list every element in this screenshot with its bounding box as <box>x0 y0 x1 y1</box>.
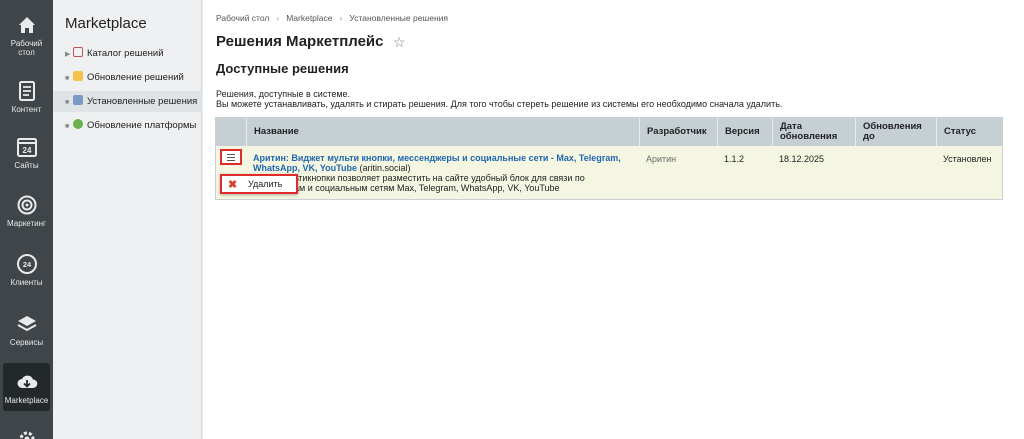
date-cell: 18.12.2025 <box>779 154 825 164</box>
column-header-version[interactable]: Версия <box>717 118 772 146</box>
row-actions-menu-button[interactable] <box>220 149 242 165</box>
nav-item-services[interactable]: Сервисы <box>0 313 53 347</box>
table-header: Название Разработчик Версия Дата обновлен… <box>216 118 1002 146</box>
cloud-download-icon <box>17 375 37 388</box>
solution-code: (aritin.social) <box>359 163 411 173</box>
marketplace-subnav: Marketplace ▶ Каталог решений ■ Обновление… <box>53 0 202 439</box>
document-icon <box>18 81 35 101</box>
subnav-label-platform-update: Обновление платформы <box>87 120 197 131</box>
page-title: Решения Маркетплейс <box>216 33 384 50</box>
breadcrumb-separator-icon: › <box>276 13 280 23</box>
target-icon <box>17 195 36 215</box>
nav-item-sites[interactable]: 24 Сайты <box>0 136 53 170</box>
nav-item-desktop[interactable]: Рабочий стол <box>0 14 53 57</box>
column-header-actions <box>216 118 246 146</box>
svg-text:24: 24 <box>22 260 31 269</box>
column-header-developer[interactable]: Разработчик <box>639 118 717 146</box>
subnav-item-installed[interactable]: ■ Установленные решения <box>53 91 202 112</box>
subnav-item-updates[interactable]: ■ Обновление решений <box>53 67 202 88</box>
delete-x-icon: ✖ <box>228 179 238 191</box>
column-header-updates-until[interactable]: Обновления до <box>855 118 936 146</box>
bullet-icon: ■ <box>65 75 70 82</box>
column-header-status[interactable]: Статус <box>936 118 1002 146</box>
updates-until-cell <box>855 146 936 199</box>
layers-icon <box>17 316 36 332</box>
version-cell: 1.1.2 <box>724 154 745 164</box>
description-line: Вы можете устанавливать, удалять и стира… <box>216 99 783 109</box>
subnav-item-platform-update[interactable]: ■ Обновление платформы <box>53 115 202 136</box>
description-line: Решения, доступные в системе. <box>216 89 351 99</box>
subnav-label-updates: Обновление решений <box>87 72 184 83</box>
subnav-label-installed: Установленные решения <box>87 96 198 107</box>
solution-description: рам и социальным сетям Max, Telegram, Wh… <box>289 183 560 193</box>
solution-description: льтикнопки позволяет разместить на сайте… <box>289 173 585 183</box>
developer-cell: Аритин <box>646 154 677 164</box>
installed-icon <box>73 95 83 105</box>
catalog-icon <box>73 47 83 57</box>
breadcrumb-item[interactable]: Установленные решения <box>349 13 448 23</box>
platform-update-icon <box>73 119 83 129</box>
breadcrumb: Рабочий стол › Marketplace › Установленные р… <box>216 13 448 23</box>
nav-item-marketplace[interactable]: Marketplace <box>3 363 50 411</box>
bullet-icon: ■ <box>65 123 70 130</box>
nav-label-services: Сервисы <box>9 338 44 347</box>
calendar-24-icon: 24 <box>16 138 37 157</box>
nav-item-content[interactable]: Контент <box>0 80 53 114</box>
nav-label-marketing: Маркетинг <box>7 219 46 228</box>
nav-item-marketing[interactable]: Маркетинг <box>0 194 53 228</box>
nav-item-settings[interactable] <box>0 428 53 439</box>
star-icon[interactable]: ☆ <box>393 34 406 51</box>
bullet-icon: ■ <box>65 99 70 106</box>
status-cell: Установлен <box>943 154 992 164</box>
home-icon <box>18 17 35 33</box>
update-icon <box>73 71 83 81</box>
clients-24-icon: 24 <box>16 254 37 274</box>
breadcrumb-item[interactable]: Рабочий стол <box>216 13 269 23</box>
left-navigation: Рабочий стол Контент 24 Сайты Маркетинг … <box>0 0 53 439</box>
subnav-item-catalog[interactable]: ▶ Каталог решений <box>53 43 202 64</box>
solution-name-link[interactable]: WhatsApp, VK, YouTube <box>253 163 357 173</box>
nav-label-content: Контент <box>11 105 42 114</box>
row-actions-popup: ✖ Удалить <box>220 174 298 194</box>
solution-name-link[interactable]: Аритин: Виджет мульти кнопки, мессенджер… <box>253 153 621 163</box>
gear-icon <box>19 431 34 439</box>
subnav-label-catalog: Каталог решений <box>87 48 164 59</box>
svg-text:24: 24 <box>22 146 31 155</box>
column-header-name[interactable]: Название <box>246 118 639 146</box>
main-content: Рабочий стол › Marketplace › Установленные р… <box>203 0 1024 439</box>
nav-item-clients[interactable]: 24 Клиенты <box>0 253 53 287</box>
breadcrumb-separator-icon: › <box>339 13 343 23</box>
table-row: Аритин: Виджет мульти кнопки, мессенджер… <box>216 146 1002 199</box>
hamburger-icon <box>227 154 235 161</box>
nav-label-clients: Клиенты <box>10 278 43 287</box>
delete-menu-item[interactable]: Удалить <box>248 179 282 189</box>
column-header-date[interactable]: Дата обновления <box>772 118 855 146</box>
nav-label-desktop: Рабочий стол <box>10 39 43 57</box>
breadcrumb-item[interactable]: Marketplace <box>286 13 332 23</box>
solutions-table: Название Разработчик Версия Дата обновлен… <box>215 117 1003 200</box>
nav-label-marketplace: Marketplace <box>4 396 49 405</box>
expand-arrow-icon[interactable]: ▶ <box>65 44 73 65</box>
nav-label-sites: Сайты <box>14 161 39 170</box>
subnav-title: Marketplace <box>65 15 147 32</box>
solution-name-cell: Аритин: Виджет мульти кнопки, мессенджер… <box>246 146 639 199</box>
section-title: Доступные решения <box>216 61 349 76</box>
